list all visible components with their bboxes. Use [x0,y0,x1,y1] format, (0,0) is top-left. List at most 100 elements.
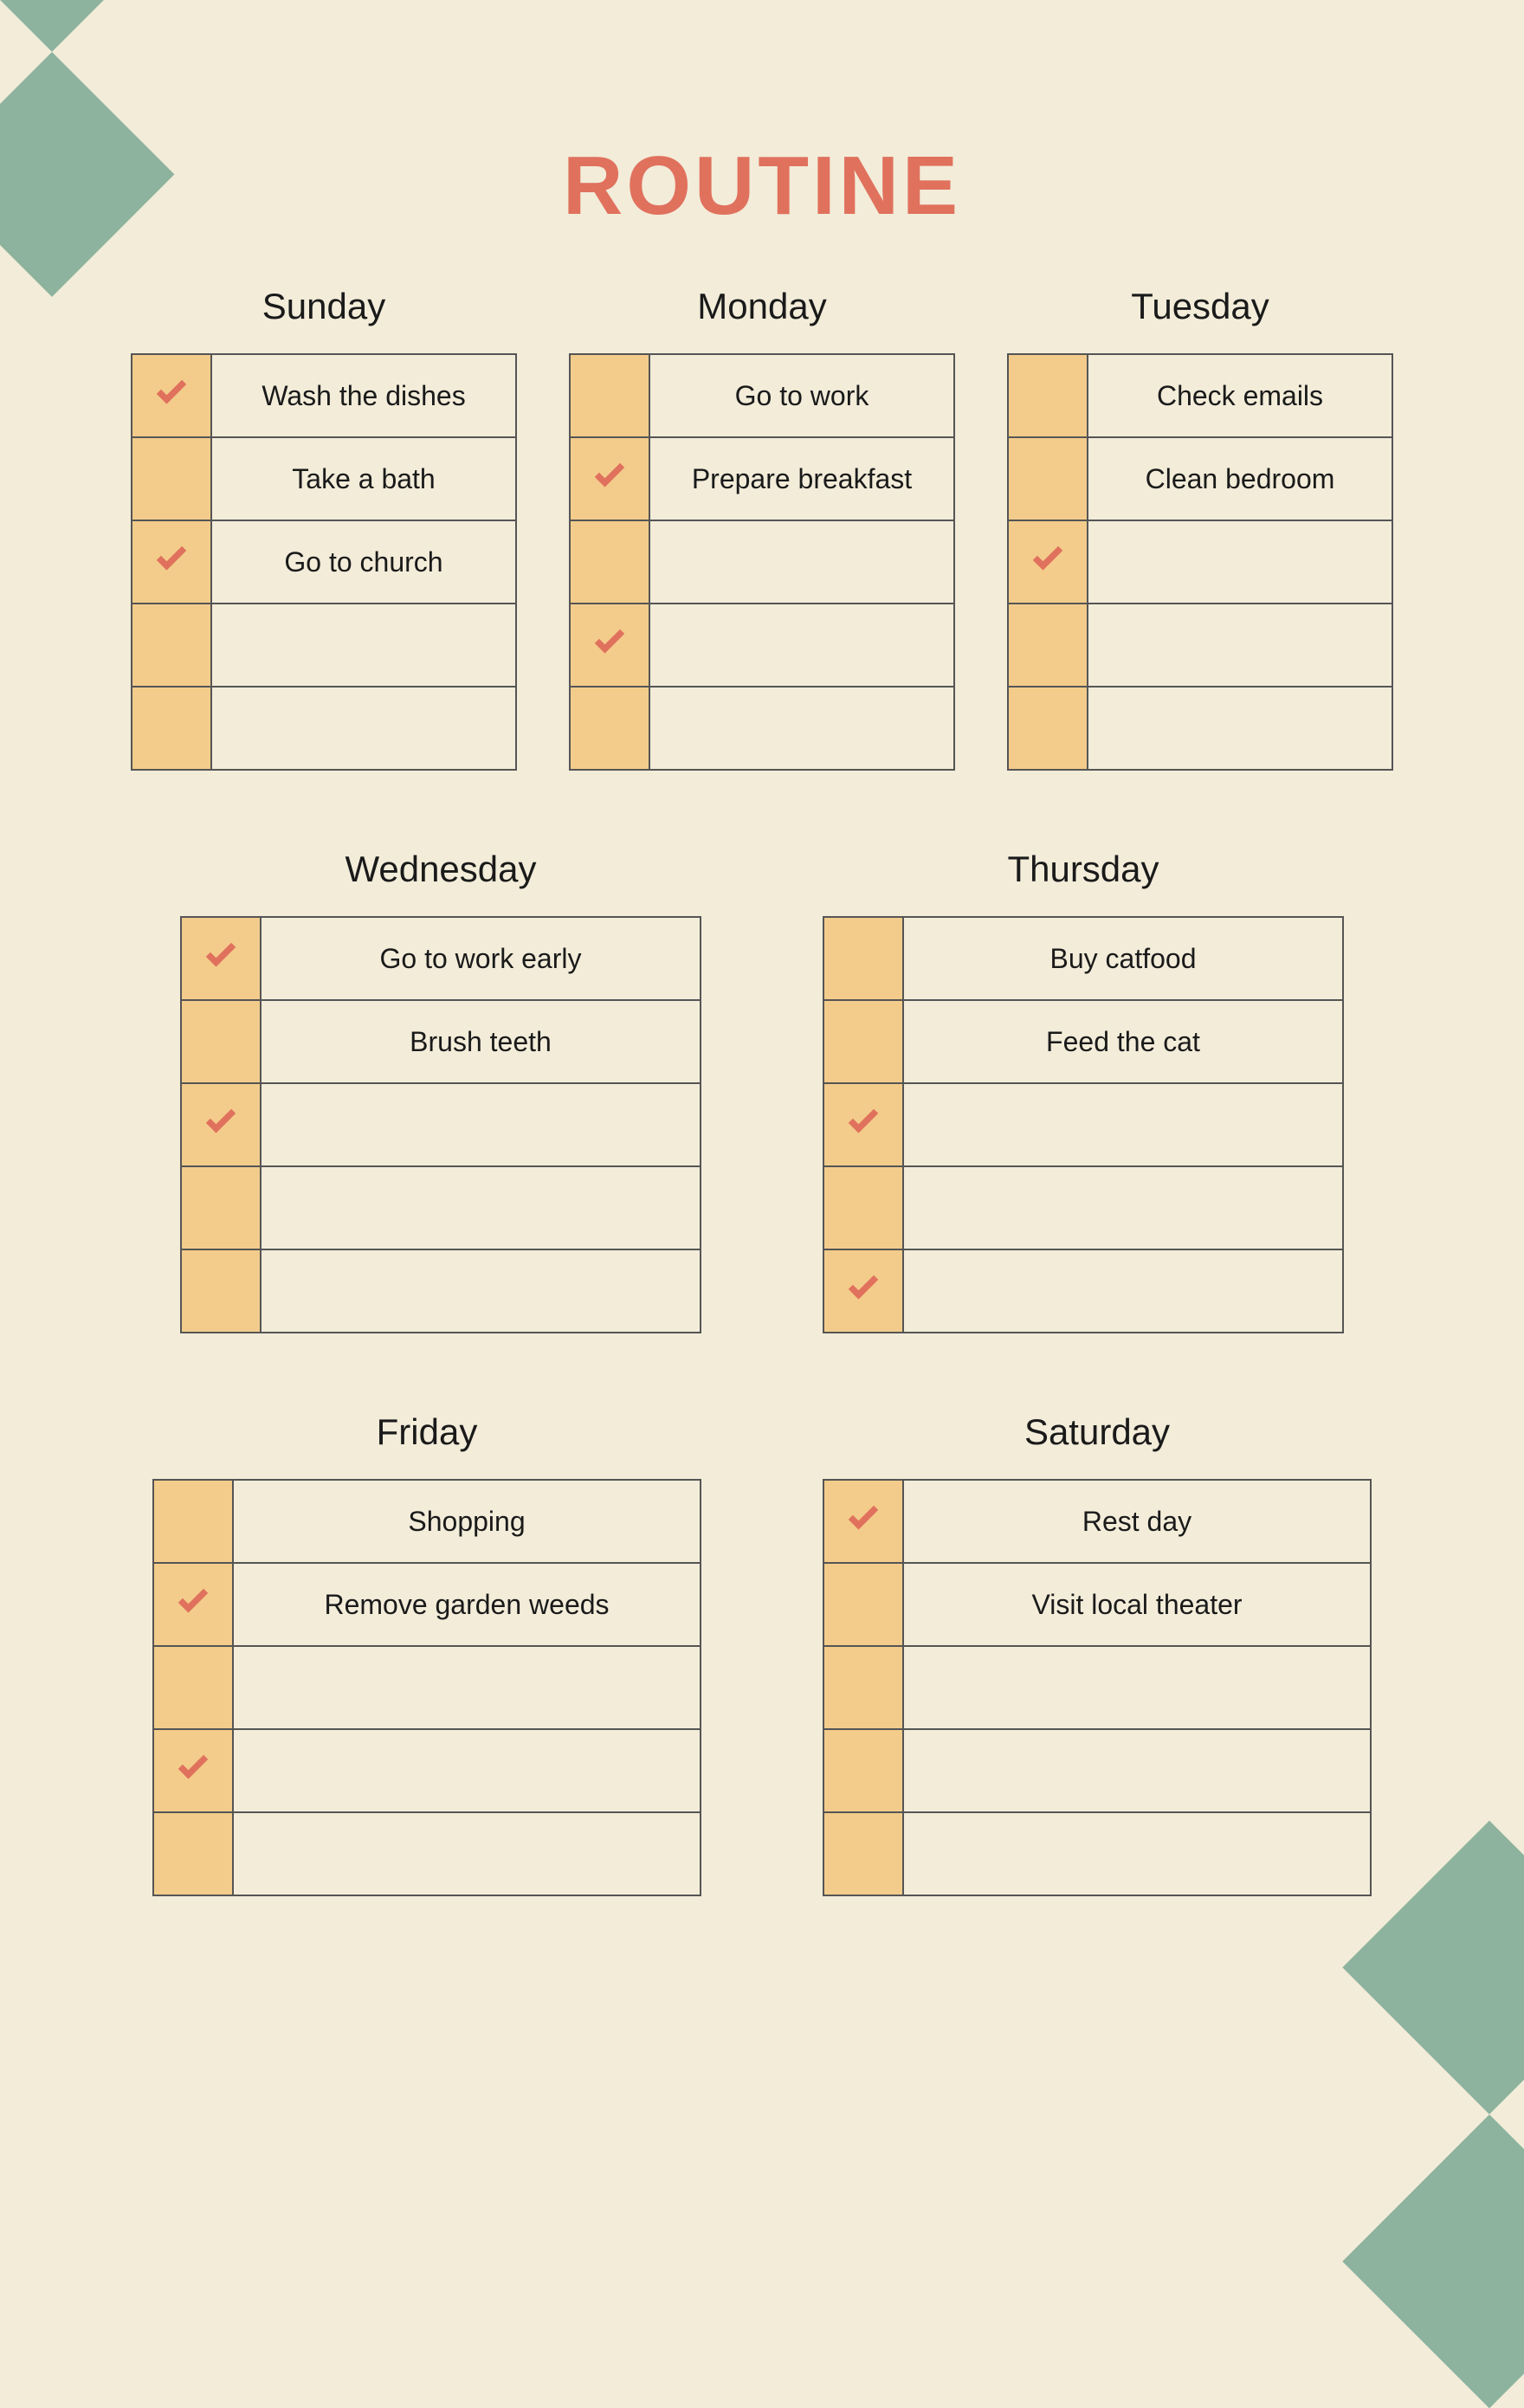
task-text: Go to church [211,520,516,604]
task-checkbox[interactable] [1008,520,1088,604]
task-checkbox[interactable] [823,1166,903,1249]
task-text [233,1646,701,1729]
task-checkbox[interactable] [1008,604,1088,687]
task-checkbox[interactable] [132,520,211,604]
task-text [903,1083,1343,1166]
check-icon [588,456,631,494]
task-row: Go to work [570,354,954,437]
task-text: Remove garden weeds [233,1563,701,1646]
task-checkbox[interactable] [153,1480,233,1563]
task-checkbox[interactable] [1008,354,1088,437]
task-checkbox[interactable] [153,1812,233,1895]
task-row [823,1646,1371,1729]
task-text: Go to work early [261,917,701,1000]
task-table: Wash the dishesTake a bathGo to church [131,353,517,771]
task-row: Go to work early [181,917,701,1000]
task-text [903,1646,1371,1729]
task-checkbox[interactable] [132,687,211,770]
task-table: Buy catfoodFeed the cat [823,916,1344,1333]
task-text [649,604,954,687]
task-text [261,1083,701,1166]
task-checkbox[interactable] [823,1000,903,1083]
task-checkbox[interactable] [181,1083,261,1166]
task-checkbox[interactable] [132,437,211,520]
task-checkbox[interactable] [570,520,649,604]
task-row: Rest day [823,1480,1371,1563]
task-checkbox[interactable] [181,1249,261,1333]
check-icon [199,936,242,974]
day-label: Wednesday [345,849,536,890]
task-text: Feed the cat [903,1000,1343,1083]
task-row [823,1083,1343,1166]
task-row [570,604,954,687]
task-checkbox[interactable] [1008,437,1088,520]
task-text [649,520,954,604]
task-row: Clean bedroom [1008,437,1392,520]
day-label: Thursday [1007,849,1159,890]
task-row: Check emails [1008,354,1392,437]
task-table: ShoppingRemove garden weeds [152,1479,701,1896]
task-row: Take a bath [132,437,516,520]
task-checkbox[interactable] [181,1166,261,1249]
task-text [903,1812,1371,1895]
task-checkbox[interactable] [823,1812,903,1895]
task-row: Shopping [153,1480,701,1563]
task-text [1088,520,1392,604]
task-checkbox[interactable] [823,1563,903,1646]
task-checkbox[interactable] [153,1563,233,1646]
day-label: Sunday [262,286,385,327]
task-checkbox[interactable] [181,917,261,1000]
task-text [211,687,516,770]
check-icon [171,1748,215,1786]
task-text: Go to work [649,354,954,437]
task-text: Prepare breakfast [649,437,954,520]
task-text: Rest day [903,1480,1371,1563]
task-table: Check emailsClean bedroom [1007,353,1393,771]
task-checkbox[interactable] [132,604,211,687]
task-checkbox[interactable] [1008,687,1088,770]
task-row [823,1812,1371,1895]
task-text: Take a bath [211,437,516,520]
task-checkbox[interactable] [181,1000,261,1083]
task-text [233,1729,701,1812]
task-checkbox[interactable] [153,1646,233,1729]
task-text: Visit local theater [903,1563,1371,1646]
task-text: Check emails [1088,354,1392,437]
task-text [903,1729,1371,1812]
task-checkbox[interactable] [823,1729,903,1812]
day-block-friday: FridayShoppingRemove garden weeds [152,1411,701,1896]
task-row [570,687,954,770]
task-checkbox[interactable] [132,354,211,437]
check-icon [842,1499,885,1537]
days-grid: Sunday Wash the dishesTake a bathGo to ch… [0,286,1524,1896]
task-checkbox[interactable] [570,604,649,687]
task-checkbox[interactable] [570,437,649,520]
task-row [181,1166,701,1249]
task-checkbox[interactable] [823,917,903,1000]
task-row [823,1729,1371,1812]
task-checkbox[interactable] [823,1480,903,1563]
task-row [1008,687,1392,770]
task-row: Feed the cat [823,1000,1343,1083]
task-checkbox[interactable] [823,1249,903,1333]
task-row: Prepare breakfast [570,437,954,520]
task-row: Visit local theater [823,1563,1371,1646]
check-icon [1026,539,1069,578]
day-block-saturday: SaturdayRest dayVisit local theater [823,1411,1372,1896]
check-icon [842,1269,885,1307]
task-row [132,604,516,687]
task-checkbox[interactable] [823,1646,903,1729]
check-icon [199,1102,242,1140]
task-checkbox[interactable] [570,687,649,770]
task-row [153,1812,701,1895]
task-row: Wash the dishes [132,354,516,437]
task-row [823,1249,1343,1333]
task-checkbox[interactable] [570,354,649,437]
day-block-sunday: Sunday Wash the dishesTake a bathGo to ch… [131,286,517,771]
task-row [823,1166,1343,1249]
task-row [181,1083,701,1166]
task-checkbox[interactable] [153,1729,233,1812]
task-row [153,1646,701,1729]
task-text: Brush teeth [261,1000,701,1083]
task-checkbox[interactable] [823,1083,903,1166]
